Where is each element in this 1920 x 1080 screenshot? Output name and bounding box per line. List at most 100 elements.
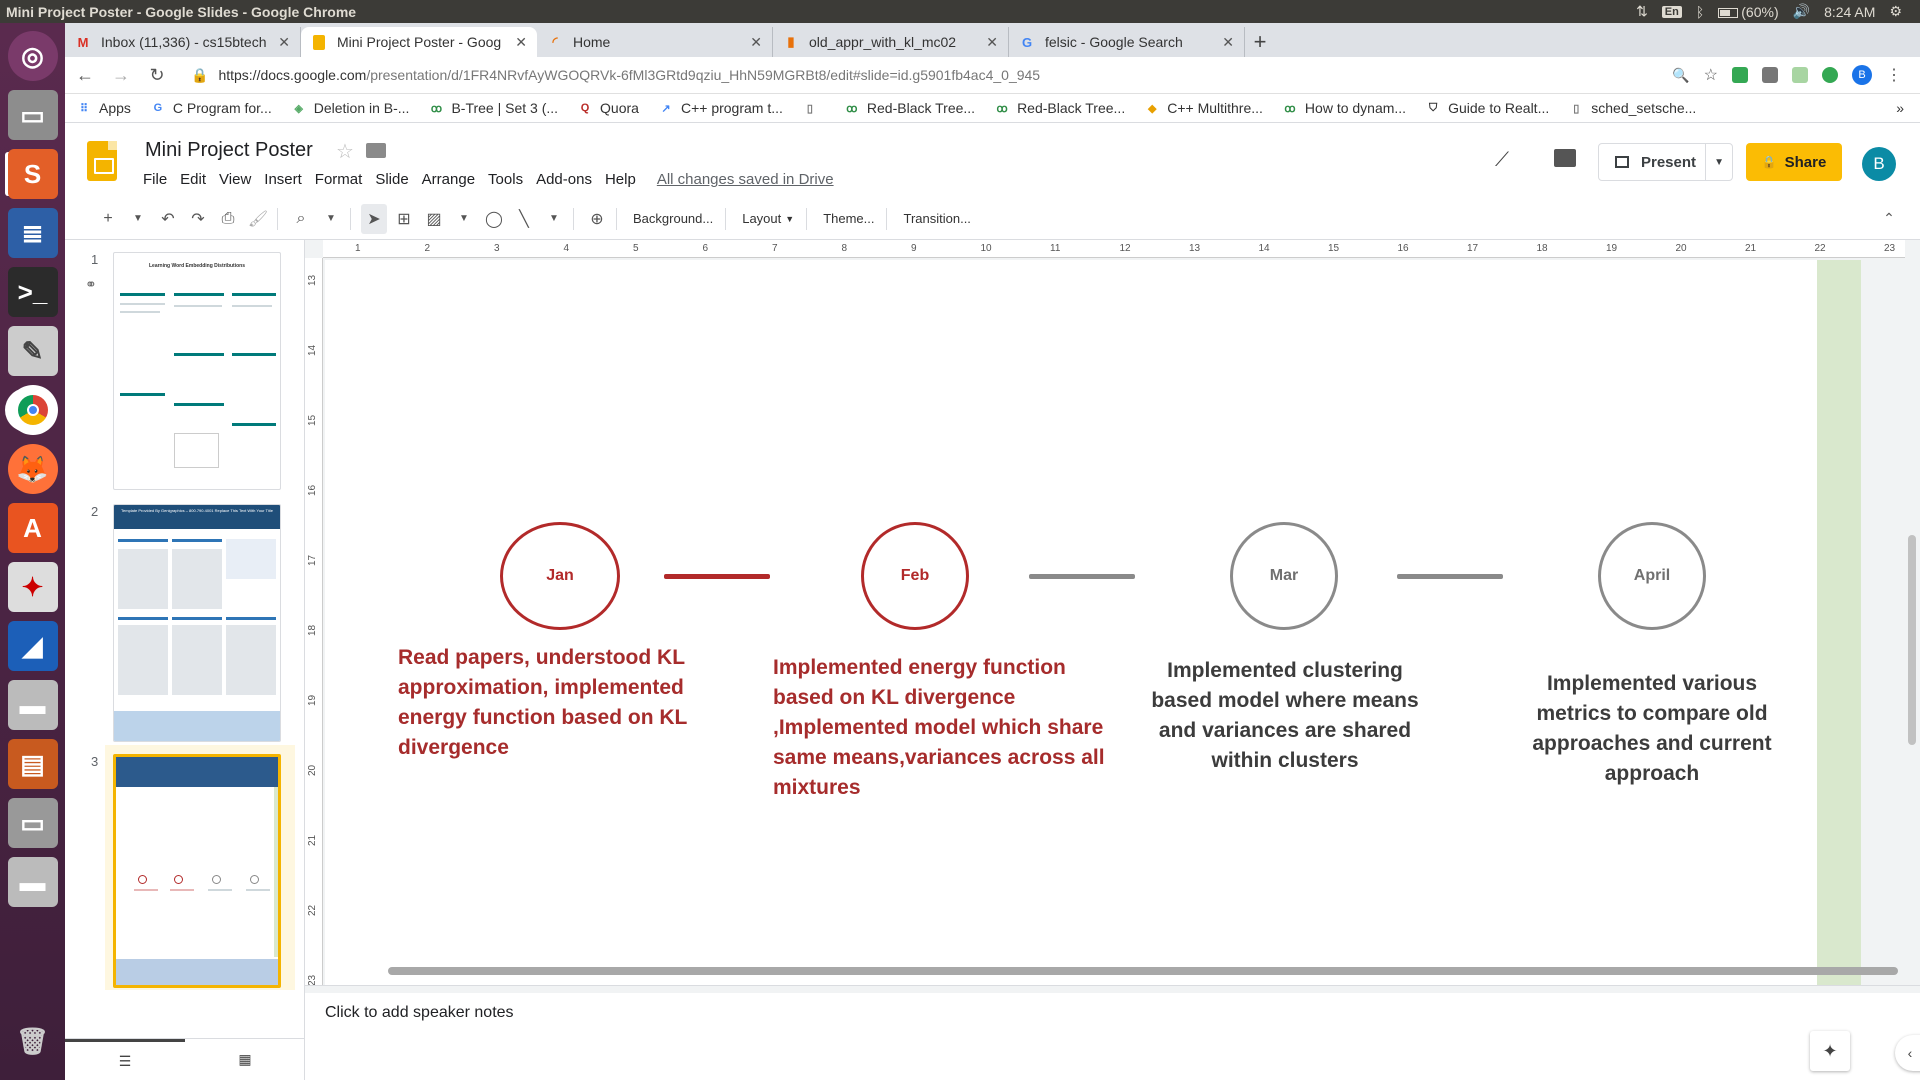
software-center-icon[interactable]: A	[7, 503, 58, 553]
transition-button[interactable]: Transition...	[903, 211, 970, 226]
list-view-icon[interactable]: ☰	[65, 1039, 185, 1080]
close-icon[interactable]: ✕	[986, 34, 998, 51]
slide-thumbnail-1[interactable]: Learning Word Embedding Distributions	[113, 252, 281, 490]
extension-3-icon[interactable]	[1792, 67, 1808, 83]
collapse-toolbar-chevron-icon[interactable]: ⌃	[1876, 204, 1902, 234]
bookmark-item[interactable]: ▯ sched_setsche...	[1569, 100, 1696, 116]
save-status[interactable]: All changes saved in Drive	[657, 171, 834, 188]
activity-dashboard-icon[interactable]: ⟋	[1495, 149, 1509, 172]
new-slide-icon[interactable]: +	[95, 204, 121, 234]
account-avatar[interactable]: B	[1862, 147, 1896, 181]
bookmark-item[interactable]: ▯	[803, 101, 825, 115]
tab-slides[interactable]: Mini Project Poster - Goog ✕	[301, 27, 537, 57]
terminal-icon[interactable]: >_	[7, 267, 58, 317]
drive-icon[interactable]: ▬	[7, 857, 58, 907]
chrome-profile-avatar[interactable]: B	[1852, 65, 1872, 85]
close-icon[interactable]: ✕	[515, 34, 527, 51]
close-icon[interactable]: ✕	[750, 34, 762, 51]
bookmark-item[interactable]: ↗ C++ program t...	[659, 100, 783, 116]
theme-button[interactable]: Theme...	[823, 211, 874, 226]
present-dropdown-icon[interactable]: ▼	[1714, 157, 1724, 168]
bookmark-item[interactable]: ꝏ Red-Black Tree...	[845, 100, 975, 116]
sublime-text-icon[interactable]: S	[7, 149, 58, 199]
slides-logo-icon[interactable]	[87, 141, 117, 181]
lock-icon[interactable]: 🔒	[191, 67, 208, 84]
chrome-icon[interactable]	[7, 385, 58, 435]
battery-indicator[interactable]: (60%)	[1718, 4, 1779, 20]
menu-addons[interactable]: Add-ons	[536, 171, 592, 188]
text-box-icon[interactable]: ⊞	[391, 204, 417, 234]
keyboard-layout[interactable]: En	[1661, 5, 1682, 18]
files-2-icon[interactable]: ▭	[7, 798, 58, 848]
paint-format-icon[interactable]: 🖌	[245, 204, 271, 234]
bookmark-apps[interactable]: ⠿ Apps	[77, 100, 131, 116]
link-icon[interactable]: ⚭	[85, 276, 97, 293]
pdf-viewer-icon[interactable]: ✦	[7, 562, 58, 612]
present-button[interactable]: Present ▼	[1598, 143, 1733, 181]
ubuntu-dash-icon[interactable]: ◎	[7, 31, 58, 81]
explore-icon[interactable]: ✦	[1810, 1031, 1850, 1071]
speaker-notes-input[interactable]: Click to add speaker notes	[325, 1004, 514, 1022]
settings-gear-icon[interactable]: ⚙	[1889, 3, 1902, 20]
side-panel-chevron-icon[interactable]: ‹	[1895, 1035, 1920, 1071]
undo-icon[interactable]: ↶	[155, 204, 181, 234]
address-bar[interactable]: 🔒 https://docs.google.com/presentation/d…	[181, 60, 1641, 90]
menu-arrange[interactable]: Arrange	[422, 171, 475, 188]
new-slide-dropdown-icon[interactable]: ▼	[125, 204, 151, 234]
impress-icon[interactable]: ▤	[7, 739, 58, 789]
menu-tools[interactable]: Tools	[488, 171, 523, 188]
line-icon[interactable]: ╲	[511, 204, 537, 234]
clock[interactable]: 8:24 AM	[1824, 4, 1875, 20]
bookmark-item[interactable]: Q Quora	[578, 100, 639, 116]
timeline-connector[interactable]	[1029, 574, 1135, 579]
chrome-menu-icon[interactable]: ⋮	[1886, 65, 1902, 85]
layout-button[interactable]: Layout ▼	[742, 211, 794, 226]
image-icon[interactable]: ▨	[421, 204, 447, 234]
folder-icon[interactable]	[366, 143, 386, 158]
bookmark-item[interactable]: ꝏ B-Tree | Set 3 (...	[429, 100, 558, 116]
bookmark-item[interactable]: G C Program for...	[151, 100, 272, 116]
new-tab-button[interactable]: +	[1245, 27, 1275, 57]
bookmark-item[interactable]: ꝏ How to dynam...	[1283, 100, 1406, 116]
close-icon[interactable]: ✕	[278, 34, 290, 51]
vertical-scrollbar[interactable]	[1908, 535, 1916, 745]
network-arrows-icon[interactable]: ⇅	[1636, 3, 1648, 20]
menu-slide[interactable]: Slide	[375, 171, 408, 188]
tab-notebook[interactable]: ▮ old_appr_with_kl_mc02 ✕	[773, 27, 1009, 57]
close-icon[interactable]: ✕	[1222, 34, 1234, 51]
zoom-icon[interactable]: ⌕	[288, 204, 314, 234]
select-cursor-icon[interactable]: ➤	[361, 203, 387, 234]
timeline-text-april[interactable]: Implemented various metrics to compare o…	[1521, 669, 1783, 789]
timeline-node-jan[interactable]: Jan	[500, 522, 620, 630]
text-editor-icon[interactable]: ✎	[7, 326, 58, 376]
extension-1-icon[interactable]	[1732, 67, 1748, 83]
tab-home[interactable]: ◜ Home ✕	[537, 27, 773, 57]
wireshark-icon[interactable]: ◢	[7, 621, 58, 671]
timeline-connector[interactable]	[664, 574, 770, 579]
tab-google-search[interactable]: G felsic - Google Search ✕	[1009, 27, 1245, 57]
files-icon[interactable]: ▭	[7, 90, 58, 140]
slide-canvas[interactable]: Jan Feb Mar April Read papers, understoo…	[325, 260, 1861, 985]
star-icon[interactable]: ☆	[336, 139, 354, 164]
line-dropdown-icon[interactable]: ▼	[541, 204, 567, 234]
extension-4-icon[interactable]	[1822, 67, 1838, 83]
zoom-icon[interactable]: 🔍	[1672, 67, 1689, 84]
bookmark-item[interactable]: ꝏ Red-Black Tree...	[995, 100, 1125, 116]
bookmark-item[interactable]: ⛉ Guide to Realt...	[1426, 100, 1549, 116]
menu-format[interactable]: Format	[315, 171, 363, 188]
timeline-text-feb[interactable]: Implemented energy function based on KL …	[773, 653, 1118, 803]
disk-icon[interactable]: ▬	[7, 680, 58, 730]
image-dropdown-icon[interactable]: ▼	[451, 204, 477, 234]
menu-help[interactable]: Help	[605, 171, 636, 188]
slide-thumbnail-3[interactable]	[113, 754, 281, 988]
horizontal-scrollbar[interactable]	[388, 967, 1898, 975]
bookmark-item[interactable]: ◈ Deletion in B-...	[292, 100, 410, 116]
add-comment-icon[interactable]: ⊕	[584, 204, 610, 234]
print-icon[interactable]: ⎙	[215, 204, 241, 234]
redo-icon[interactable]: ↷	[185, 204, 211, 234]
firefox-icon[interactable]: 🦊	[7, 444, 58, 494]
writer-icon[interactable]: ≣	[7, 208, 58, 258]
document-title[interactable]: Mini Project Poster	[145, 139, 313, 162]
notes-resize-handle[interactable]	[305, 985, 1920, 993]
shape-icon[interactable]: ◯	[481, 204, 507, 234]
